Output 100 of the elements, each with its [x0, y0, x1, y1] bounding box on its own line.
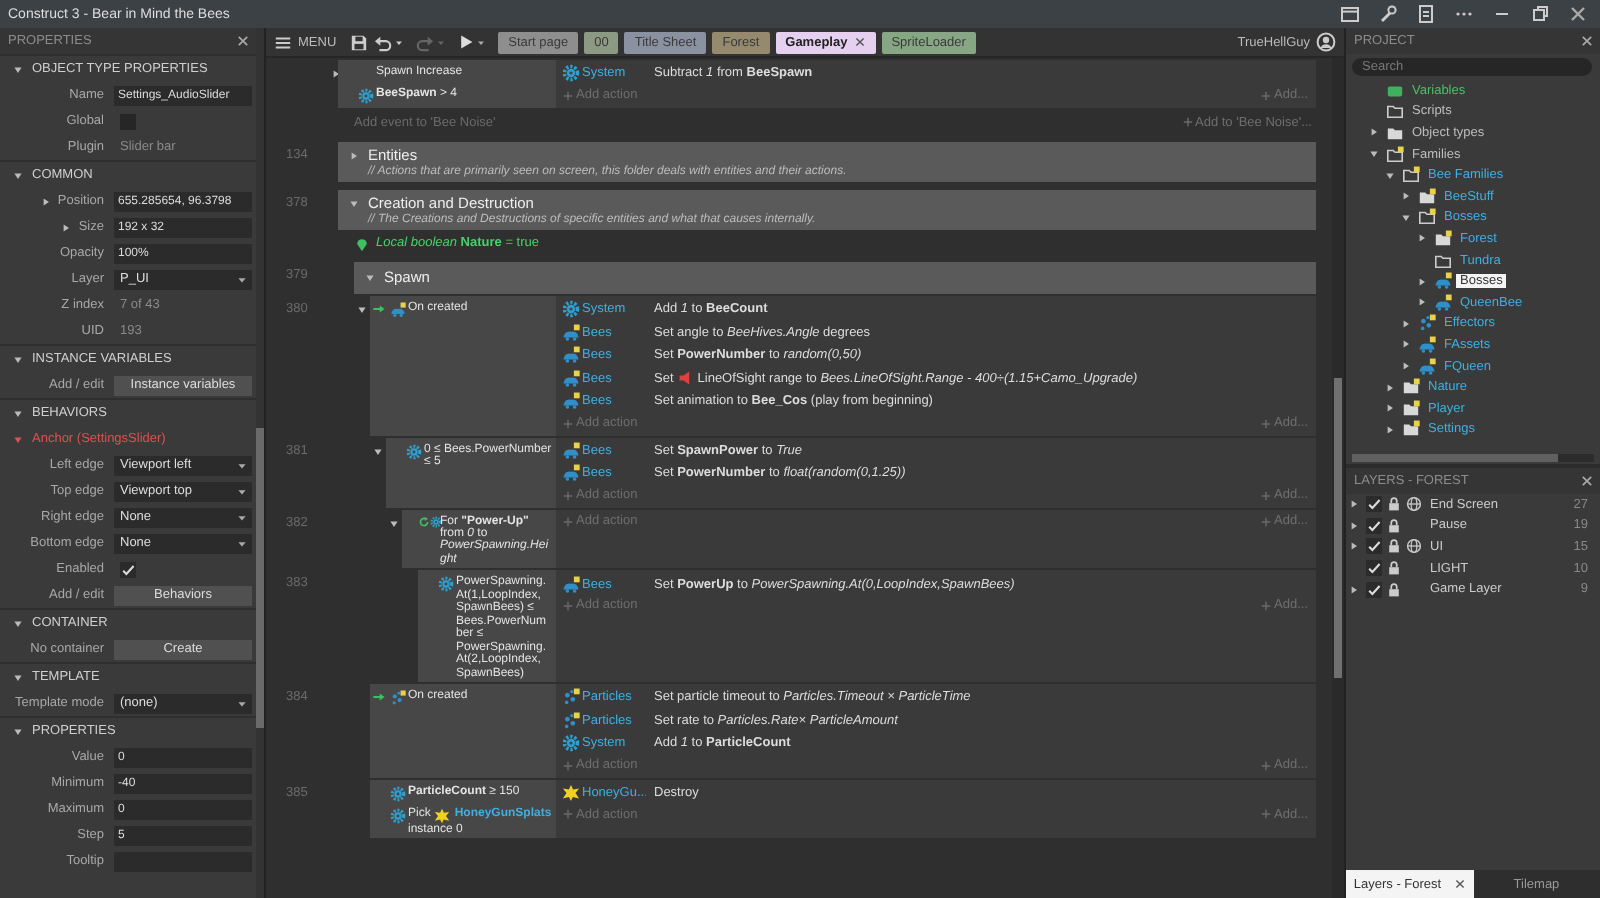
save-icon[interactable]	[350, 33, 369, 51]
sprite-icon	[562, 575, 580, 594]
particles-icon	[562, 711, 580, 730]
caret-icon	[236, 273, 248, 285]
checkbox[interactable]	[120, 561, 136, 577]
checkbox[interactable]	[1366, 517, 1382, 534]
expand-arrow-icon[interactable]	[1384, 381, 1396, 394]
wrench-icon[interactable]	[1378, 4, 1398, 24]
lock-icon[interactable]	[1386, 517, 1402, 534]
expand-arrow-icon[interactable]	[1416, 296, 1428, 309]
expand-arrow-icon[interactable]	[1400, 190, 1412, 203]
expand-arrow-icon[interactable]	[1384, 169, 1396, 182]
check-icon	[120, 561, 136, 577]
expand-arrow-icon[interactable]	[39, 195, 52, 207]
expand-arrow-icon[interactable]	[1384, 402, 1396, 415]
collapse-arrow-icon[interactable]	[12, 169, 24, 181]
lock-icon[interactable]	[1386, 496, 1402, 513]
collapse-arrow-icon[interactable]	[12, 63, 24, 75]
expand-arrow-icon[interactable]	[1348, 519, 1360, 532]
splat-icon	[562, 783, 580, 802]
menu-icon	[274, 33, 292, 51]
collapse-arrow-icon[interactable]	[12, 725, 24, 737]
caret-icon	[236, 537, 248, 549]
lock-icon[interactable]	[1386, 560, 1402, 577]
expand-arrow-icon[interactable]	[1384, 423, 1396, 436]
close-icon[interactable]	[1568, 4, 1588, 24]
caret-icon	[236, 511, 248, 523]
gear-icon	[562, 734, 580, 753]
collapse-arrow-icon[interactable]	[12, 617, 24, 629]
expand-arrow-icon[interactable]	[364, 271, 376, 283]
close-icon[interactable]	[1580, 34, 1594, 48]
expand-arrow-icon[interactable]	[355, 304, 367, 316]
expand-arrow-icon[interactable]	[1368, 148, 1380, 161]
plus-icon	[562, 489, 574, 501]
speaker-icon	[677, 370, 694, 387]
expand-arrow-icon[interactable]	[1368, 126, 1380, 139]
scrollbar[interactable]	[1352, 454, 1594, 462]
sprite-icon	[562, 464, 580, 483]
window-icon[interactable]	[1340, 4, 1360, 24]
collapse-arrow-icon[interactable]	[12, 671, 24, 683]
gear-icon	[437, 576, 453, 593]
expand-arrow-icon[interactable]	[387, 517, 399, 529]
plus-icon	[1260, 759, 1273, 772]
plus-icon	[1260, 489, 1273, 501]
sprite-icon	[389, 302, 405, 318]
expand-arrow-icon[interactable]	[1348, 583, 1360, 596]
plus-icon	[562, 599, 574, 612]
pin-icon	[354, 235, 370, 251]
close-icon[interactable]	[236, 34, 250, 48]
play-icon[interactable]	[458, 34, 475, 50]
collapse-arrow-icon[interactable]	[12, 353, 24, 365]
sprite-icon	[562, 392, 580, 411]
expand-arrow-icon[interactable]	[348, 197, 360, 209]
undo-icon[interactable]	[374, 33, 393, 51]
expand-arrow-icon[interactable]	[1348, 498, 1360, 511]
expand-arrow-icon[interactable]	[60, 221, 73, 233]
plus-icon	[1260, 599, 1273, 612]
expand-arrow-icon[interactable]	[1416, 275, 1428, 288]
scrollbar[interactable]	[256, 28, 264, 898]
close-icon[interactable]	[1453, 878, 1466, 890]
sprite-icon	[562, 369, 580, 388]
scrollbar[interactable]	[1332, 58, 1344, 898]
avatar-icon[interactable]	[1316, 32, 1336, 52]
expand-arrow-icon[interactable]	[1400, 338, 1412, 351]
plus-icon	[562, 759, 574, 772]
loop-icon	[417, 515, 429, 527]
plus-icon	[562, 515, 574, 527]
caret-icon	[236, 697, 248, 709]
caret-icon[interactable]	[394, 37, 405, 47]
expand-arrow-icon[interactable]	[1400, 211, 1412, 224]
caret-icon	[236, 485, 248, 497]
expand-arrow-icon[interactable]	[1400, 360, 1412, 373]
collapse-arrow-icon[interactable]	[12, 433, 24, 445]
expand-arrow-icon[interactable]	[1416, 232, 1428, 245]
checkbox[interactable]	[1366, 581, 1382, 598]
plus-icon	[562, 417, 574, 429]
particles-icon	[562, 688, 580, 707]
checkbox[interactable]	[1366, 560, 1382, 577]
expand-arrow-icon[interactable]	[1348, 540, 1360, 553]
expand-arrow-icon[interactable]	[348, 149, 360, 161]
caret-icon[interactable]	[476, 37, 487, 47]
restore-icon[interactable]	[1530, 4, 1550, 24]
checkbox[interactable]	[1366, 538, 1382, 555]
plus-icon	[562, 808, 574, 821]
gear-icon	[405, 443, 421, 459]
plus-icon	[1260, 515, 1273, 527]
close-icon[interactable]	[853, 36, 866, 48]
gear-icon	[429, 515, 441, 527]
plus-icon	[1181, 116, 1193, 128]
particles-icon	[389, 690, 405, 707]
collapse-arrow-icon[interactable]	[12, 407, 24, 419]
lock-icon[interactable]	[1386, 538, 1402, 555]
document-icon[interactable]	[1416, 4, 1436, 24]
lock-icon[interactable]	[1386, 581, 1402, 598]
sprite-icon	[562, 441, 580, 460]
checkbox[interactable]	[1366, 496, 1382, 513]
expand-arrow-icon[interactable]	[371, 445, 383, 457]
plus-icon	[1260, 808, 1273, 821]
expand-arrow-icon[interactable]	[1400, 317, 1412, 330]
close-icon[interactable]	[1580, 474, 1594, 488]
